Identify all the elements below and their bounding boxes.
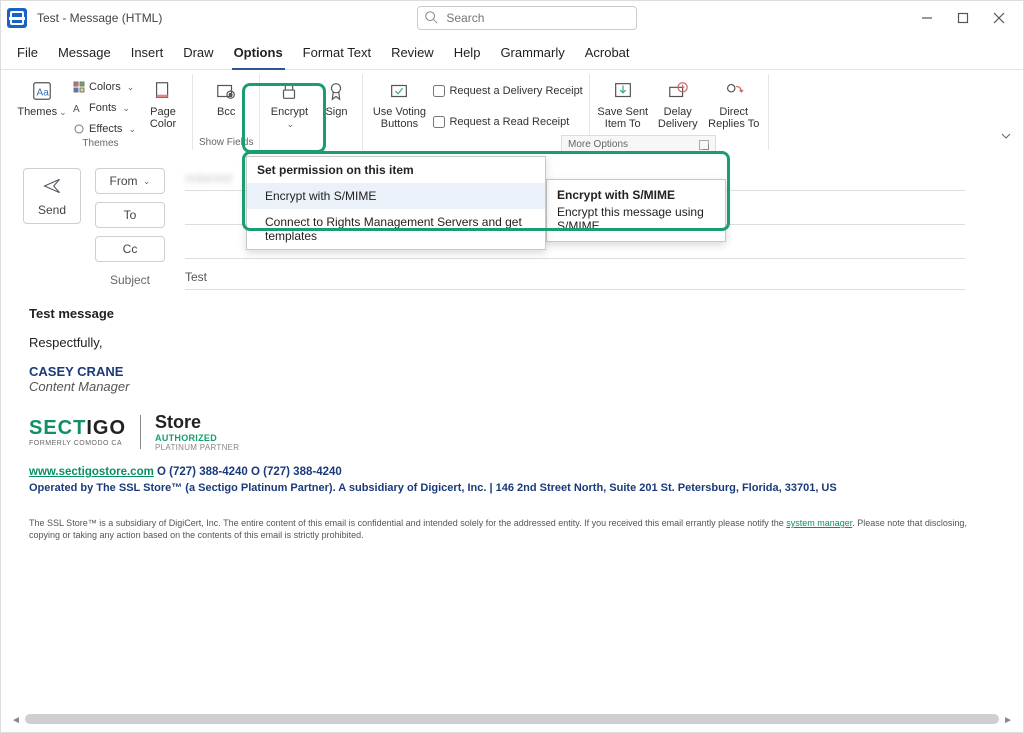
- sign-button[interactable]: Sign: [316, 74, 356, 134]
- use-voting-buttons[interactable]: Use Voting Buttons: [369, 74, 429, 134]
- delay-delivery[interactable]: Delay Delivery: [654, 74, 702, 134]
- fonts-button[interactable]: A Fonts⌄: [73, 99, 136, 117]
- group-themes: Aa Themes⌄ Colors⌄ A Fonts⌄ Effects⌄: [9, 74, 193, 150]
- subject-label: Subject: [95, 273, 165, 287]
- signature-name: CASEY CRANE: [29, 364, 995, 379]
- dialog-launcher-icon[interactable]: [699, 140, 709, 150]
- signature-logo: SECTIGO FORMERLY COMODO CA Store AUTHORI…: [29, 412, 995, 452]
- direct-replies-icon: [723, 78, 745, 104]
- search-input[interactable]: [444, 10, 630, 26]
- ribbon: Aa Themes⌄ Colors⌄ A Fonts⌄ Effects⌄: [1, 70, 1023, 150]
- horizontal-scrollbar[interactable]: [25, 714, 999, 724]
- encrypt-button[interactable]: Encrypt⌄: [266, 74, 312, 134]
- subject-field[interactable]: Test: [185, 270, 965, 290]
- outlook-icon: [7, 8, 27, 28]
- tooltip-title: Encrypt with S/MIME: [557, 188, 715, 202]
- encrypt-dropdown: Set permission on this item Encrypt with…: [246, 156, 546, 250]
- signature-contact: www.sectigostore.com O (727) 388-4240 O …: [29, 466, 995, 478]
- window-title: Test - Message (HTML): [37, 11, 162, 25]
- page-color-icon: [152, 78, 174, 104]
- tab-grammarly[interactable]: Grammarly: [498, 41, 566, 69]
- tab-acrobat[interactable]: Acrobat: [583, 41, 632, 69]
- dropdown-header: Set permission on this item: [247, 157, 545, 183]
- encrypt-tooltip: Encrypt with S/MIME Encrypt this message…: [546, 179, 726, 242]
- bcc-icon: [215, 78, 237, 104]
- themes-button[interactable]: Aa Themes⌄: [15, 74, 69, 134]
- body-closing: Respectfully,: [29, 335, 995, 350]
- delay-icon: [667, 78, 689, 104]
- body-greeting: Test message: [29, 306, 995, 321]
- effects-button[interactable]: Effects⌄: [73, 120, 136, 138]
- colors-button[interactable]: Colors⌄: [73, 78, 136, 96]
- group-tracking: Use Voting Buttons Request a Delivery Re…: [362, 74, 589, 150]
- tab-insert[interactable]: Insert: [129, 41, 166, 69]
- scroll-right-arrow[interactable]: ►: [1003, 715, 1013, 726]
- title-bar: Test - Message (HTML): [1, 1, 1023, 35]
- signature-role: Content Manager: [29, 379, 995, 394]
- legal-system-manager-link[interactable]: system manager: [786, 518, 852, 528]
- tab-options[interactable]: Options: [232, 41, 285, 70]
- cc-button[interactable]: Cc: [95, 236, 165, 262]
- more-options-label[interactable]: More Options: [561, 135, 716, 153]
- svg-text:A: A: [73, 104, 80, 114]
- dropdown-item-connect-rms[interactable]: Connect to Rights Management Servers and…: [247, 209, 545, 249]
- search-box[interactable]: [417, 6, 637, 30]
- group-show-fields: Bcc Show Fields: [193, 74, 260, 150]
- tab-file[interactable]: File: [15, 41, 40, 69]
- mail-body[interactable]: Test message Respectfully, CASEY CRANE C…: [1, 296, 1023, 551]
- scroll-left-arrow[interactable]: ◄: [11, 715, 21, 726]
- save-sent-icon: [612, 78, 634, 104]
- signature-url[interactable]: www.sectigostore.com: [29, 466, 154, 478]
- save-sent-item-to[interactable]: Save Sent Item To: [596, 74, 650, 134]
- tab-draw[interactable]: Draw: [181, 41, 215, 69]
- from-button[interactable]: From ⌄: [95, 168, 165, 194]
- request-delivery-receipt[interactable]: Request a Delivery Receipt: [433, 82, 582, 100]
- ribbon-tabs: File Message Insert Draw Options Format …: [1, 35, 1023, 70]
- signature-operated-by: Operated by The SSL Store™ (a Sectigo Pl…: [29, 482, 995, 494]
- bcc-button[interactable]: Bcc: [205, 74, 247, 134]
- svg-text:Aa: Aa: [37, 88, 50, 99]
- tab-message[interactable]: Message: [56, 41, 113, 69]
- voting-icon: [388, 78, 410, 104]
- search-icon: [424, 10, 444, 27]
- minimize-button[interactable]: [909, 4, 945, 32]
- direct-replies-to[interactable]: Direct Replies To: [706, 74, 762, 134]
- tab-review[interactable]: Review: [389, 41, 436, 69]
- to-button[interactable]: To: [95, 202, 165, 228]
- maximize-button[interactable]: [945, 4, 981, 32]
- tooltip-desc: Encrypt this message using S/MIME.: [557, 205, 715, 233]
- group-encrypt: Encrypt⌄ Sign: [260, 74, 362, 150]
- signature-legal: The SSL Store™ is a subsidiary of DigiCe…: [29, 518, 995, 541]
- tab-help[interactable]: Help: [452, 41, 483, 69]
- close-button[interactable]: [981, 4, 1017, 32]
- request-read-receipt[interactable]: Request a Read Receipt: [433, 113, 582, 131]
- page-color-button[interactable]: Page Color: [140, 74, 186, 134]
- send-button[interactable]: Send: [23, 168, 81, 224]
- lock-icon: [278, 78, 300, 104]
- collapse-ribbon[interactable]: [999, 129, 1013, 146]
- ribbon-badge-icon: [325, 78, 347, 104]
- send-icon: [42, 176, 62, 199]
- themes-icon: Aa: [31, 78, 53, 104]
- dropdown-item-encrypt-smime[interactable]: Encrypt with S/MIME: [247, 183, 545, 209]
- tab-format-text[interactable]: Format Text: [301, 41, 373, 69]
